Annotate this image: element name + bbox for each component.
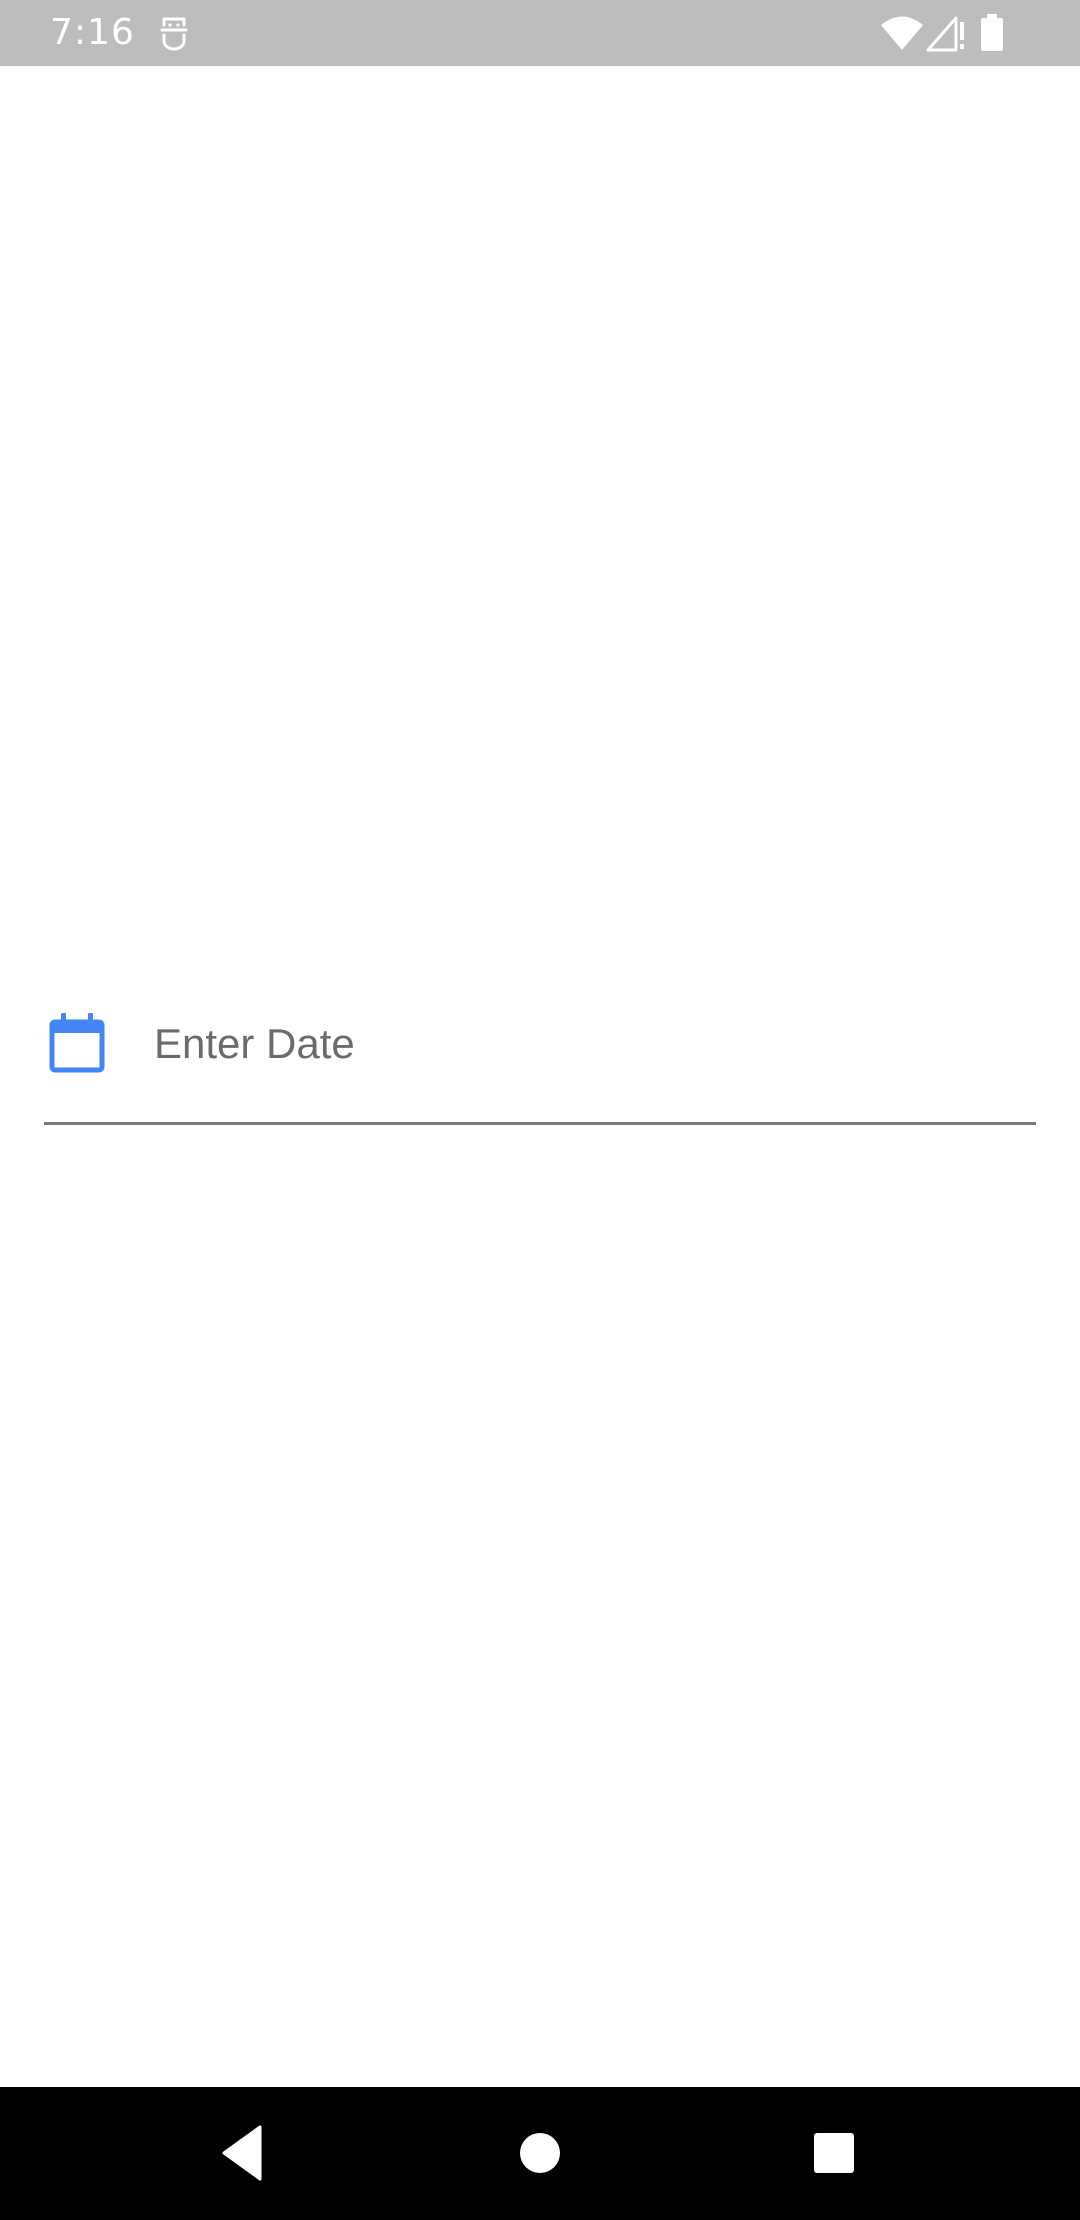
recents-icon[interactable]	[798, 2117, 870, 2189]
date-field[interactable]	[44, 1006, 1036, 1126]
calendar-icon[interactable]	[48, 1012, 106, 1074]
back-icon[interactable]	[210, 2117, 282, 2189]
date-field-underline	[44, 1122, 1036, 1125]
status-time: 7:16	[50, 12, 135, 53]
main-content	[0, 66, 1080, 2087]
status-bar: 7:16	[0, 0, 1080, 66]
wifi-icon	[881, 16, 923, 50]
battery-icon	[981, 14, 1003, 51]
accessibility-app-icon	[160, 17, 188, 51]
date-input[interactable]	[154, 1006, 1024, 1082]
signal-icon	[926, 16, 964, 52]
home-icon[interactable]	[504, 2117, 576, 2189]
navigation-bar	[0, 2087, 1080, 2220]
